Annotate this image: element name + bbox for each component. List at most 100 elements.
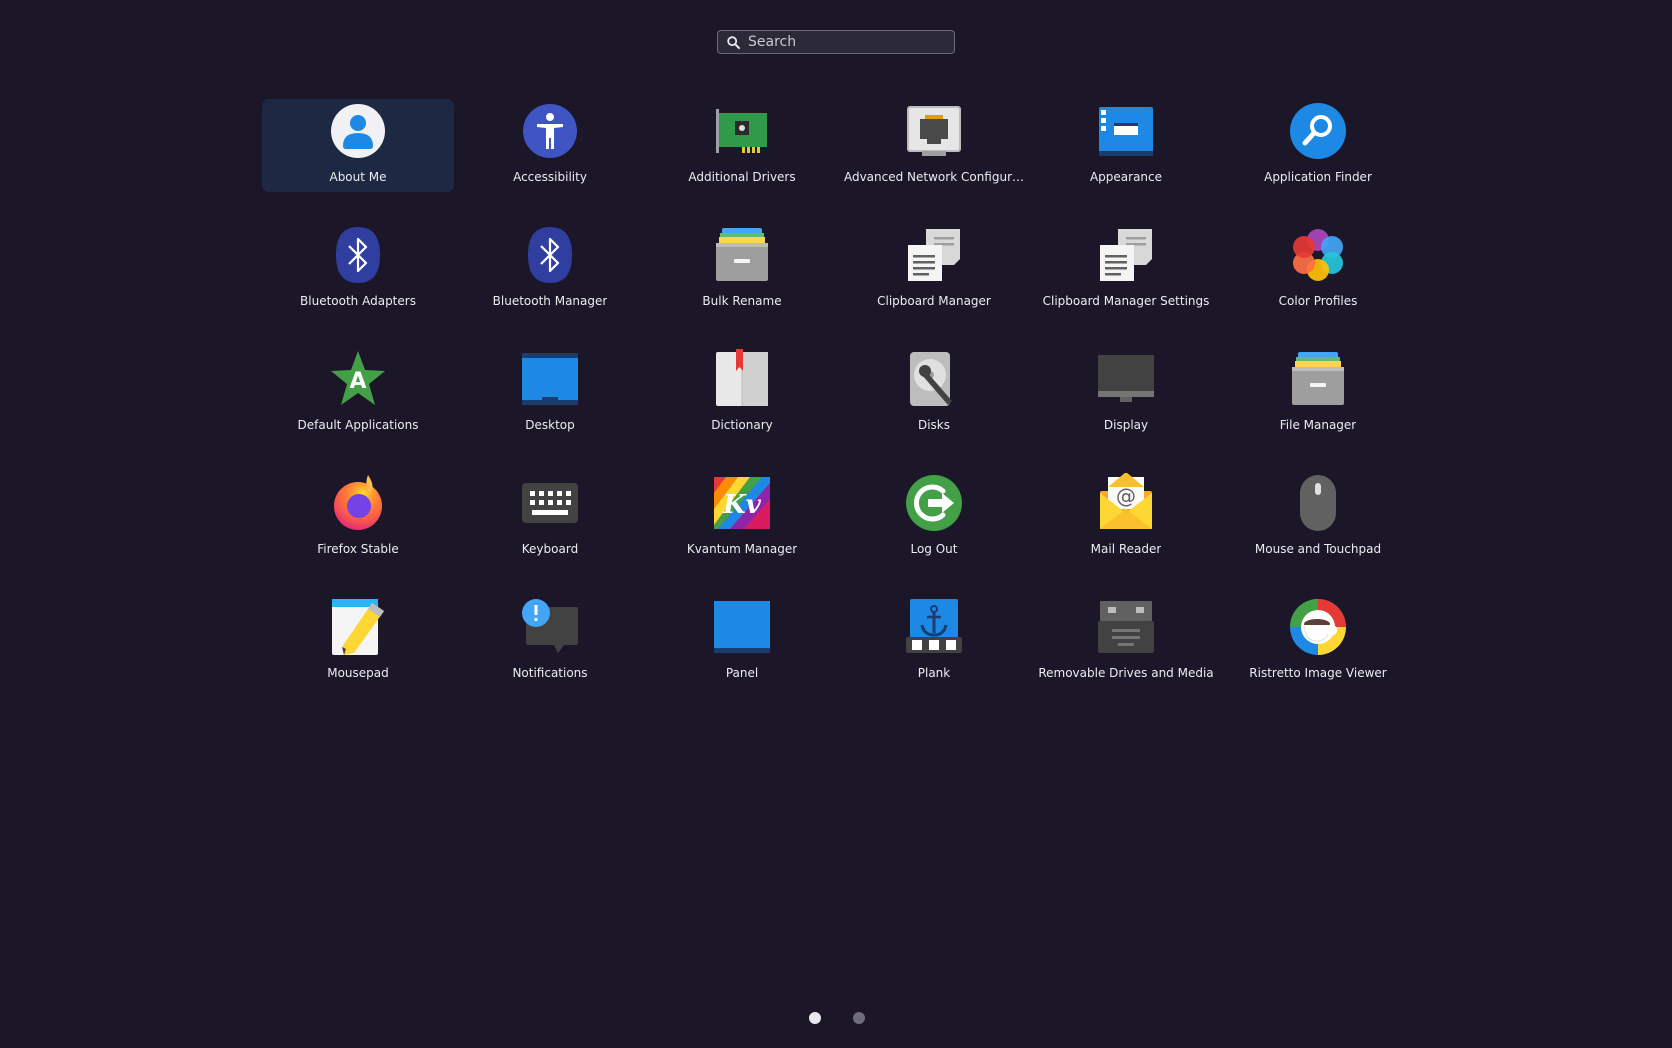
app-label: Plank (917, 666, 951, 680)
app-tile-bulk-rename[interactable]: Bulk Rename (646, 223, 838, 316)
app-label: Disks (917, 418, 951, 432)
app-label: Panel (725, 666, 759, 680)
app-label: Keyboard (521, 542, 579, 556)
file-cabinet-icon (1292, 352, 1344, 405)
app-label: Clipboard Manager (877, 294, 991, 308)
app-tile-ristretto-image-viewer[interactable]: Ristretto Image Viewer (1222, 595, 1414, 688)
app-tile-dictionary[interactable]: Dictionary (646, 347, 838, 440)
app-tile-desktop[interactable]: Desktop (454, 347, 646, 440)
app-tile-accessibility[interactable]: Accessibility (454, 99, 646, 192)
app-label: Ristretto Image Viewer (1249, 666, 1387, 680)
app-tile-clipboard-manager[interactable]: Clipboard Manager (838, 223, 1030, 316)
app-tile-panel[interactable]: Panel (646, 595, 838, 688)
app-tile-firefox-stable[interactable]: Firefox Stable (262, 471, 454, 564)
keyboard-icon (522, 483, 578, 523)
mouse-icon (1300, 475, 1336, 531)
firefox-icon (334, 475, 382, 530)
app-tile-bluetooth-adapters[interactable]: Bluetooth Adapters (262, 223, 454, 316)
app-label: Application Finder (1264, 170, 1372, 184)
app-tile-bluetooth-manager[interactable]: Bluetooth Manager (454, 223, 646, 316)
app-tile-color-profiles[interactable]: Color Profiles (1222, 223, 1414, 316)
app-tile-mouse-and-touchpad[interactable]: Mouse and Touchpad (1222, 471, 1414, 564)
hardware-card-icon (716, 109, 767, 153)
magnifier-icon (1290, 103, 1346, 159)
app-label: Bluetooth Adapters (300, 294, 416, 308)
app-label: Kvantum Manager (686, 542, 798, 556)
app-tile-mail-reader[interactable]: @ Mail Reader (1030, 471, 1222, 564)
bluetooth-icon (528, 227, 572, 283)
book-icon (716, 349, 768, 406)
appearance-window-icon (1099, 107, 1153, 156)
app-tile-kvantum-manager[interactable]: Kv Kvantum Manager (646, 471, 838, 564)
app-tile-advanced-network-configur[interactable]: Advanced Network Configur… (838, 99, 1030, 192)
color-petals-icon (1293, 229, 1343, 281)
app-label: Advanced Network Configur… (843, 170, 1025, 184)
desktop-screen-icon (522, 353, 578, 405)
app-label: Bluetooth Manager (492, 294, 608, 308)
app-tile-additional-drivers[interactable]: Additional Drivers (646, 99, 838, 192)
app-label: Default Applications (297, 418, 419, 432)
app-tile-clipboard-manager-settings[interactable]: Clipboard Manager Settings (1030, 223, 1222, 316)
app-tile-display[interactable]: Display (1030, 347, 1222, 440)
page-dot-2[interactable] (853, 1012, 865, 1024)
coffee-cup-icon (1290, 599, 1346, 655)
app-label: Accessibility (513, 170, 587, 184)
kvantum-icon: Kv (714, 477, 770, 529)
user-icon (331, 104, 385, 158)
page-indicator (0, 1012, 1672, 1026)
removable-drive-icon (1098, 601, 1154, 653)
svg-text:@: @ (1116, 484, 1136, 508)
app-label: Bulk Rename (702, 294, 782, 308)
svg-text:Kv: Kv (722, 490, 762, 520)
app-label: Mouse and Touchpad (1254, 542, 1382, 556)
bluetooth-icon (336, 227, 380, 283)
accessibility-icon (523, 104, 577, 158)
app-tile-file-manager[interactable]: File Manager (1222, 347, 1414, 440)
app-label: Firefox Stable (317, 542, 399, 556)
app-tile-disks[interactable]: Disks (838, 347, 1030, 440)
app-label: Appearance (1089, 170, 1163, 184)
app-tile-appearance[interactable]: Appearance (1030, 99, 1222, 192)
app-label: Log Out (910, 542, 958, 556)
logout-icon (906, 475, 962, 531)
notification-bubble-icon (522, 599, 578, 653)
app-tile-default-applications[interactable]: A Default Applications (262, 347, 454, 440)
file-cabinet-icon (716, 228, 768, 281)
search-bar[interactable] (717, 30, 955, 54)
app-tile-removable-drives-and-media[interactable]: Removable Drives and Media (1030, 595, 1222, 688)
svg-text:A: A (349, 369, 366, 394)
app-label: Removable Drives and Media (1038, 666, 1214, 680)
monitor-icon (1098, 355, 1154, 402)
app-label: Notifications (512, 666, 588, 680)
anchor-dock-icon (906, 599, 962, 653)
app-label: About Me (329, 170, 387, 184)
app-tile-plank[interactable]: Plank (838, 595, 1030, 688)
search-input[interactable] (748, 34, 938, 50)
search-icon (727, 35, 740, 49)
app-tile-mousepad[interactable]: Mousepad (262, 595, 454, 688)
app-label: File Manager (1279, 418, 1357, 432)
app-label: Dictionary (711, 418, 773, 432)
app-tile-log-out[interactable]: Log Out (838, 471, 1030, 564)
app-tile-keyboard[interactable]: Keyboard (454, 471, 646, 564)
page-dot-1[interactable] (809, 1012, 821, 1024)
app-label: Color Profiles (1278, 294, 1358, 308)
app-tile-notifications[interactable]: Notifications (454, 595, 646, 688)
star-a-icon: A (331, 351, 385, 405)
app-label: Display (1103, 418, 1149, 432)
app-tile-about-me[interactable]: About Me (262, 99, 454, 192)
disk-wrench-icon (910, 352, 952, 406)
notepad-pencil-icon (332, 599, 384, 655)
network-port-icon (907, 106, 961, 156)
clipboard-documents-icon (1100, 229, 1152, 281)
app-tile-application-finder[interactable]: Application Finder (1222, 99, 1414, 192)
mail-envelope-icon: @ (1100, 473, 1152, 529)
app-grid: About Me Accessibility Additional Drivers A… (262, 99, 1414, 719)
app-label: Mousepad (327, 666, 389, 680)
app-label: Additional Drivers (688, 170, 796, 184)
app-label: Clipboard Manager Settings (1042, 294, 1210, 308)
clipboard-documents-icon (908, 229, 960, 281)
app-label: Mail Reader (1090, 542, 1162, 556)
app-label: Desktop (525, 418, 575, 432)
panel-icon (714, 601, 770, 653)
